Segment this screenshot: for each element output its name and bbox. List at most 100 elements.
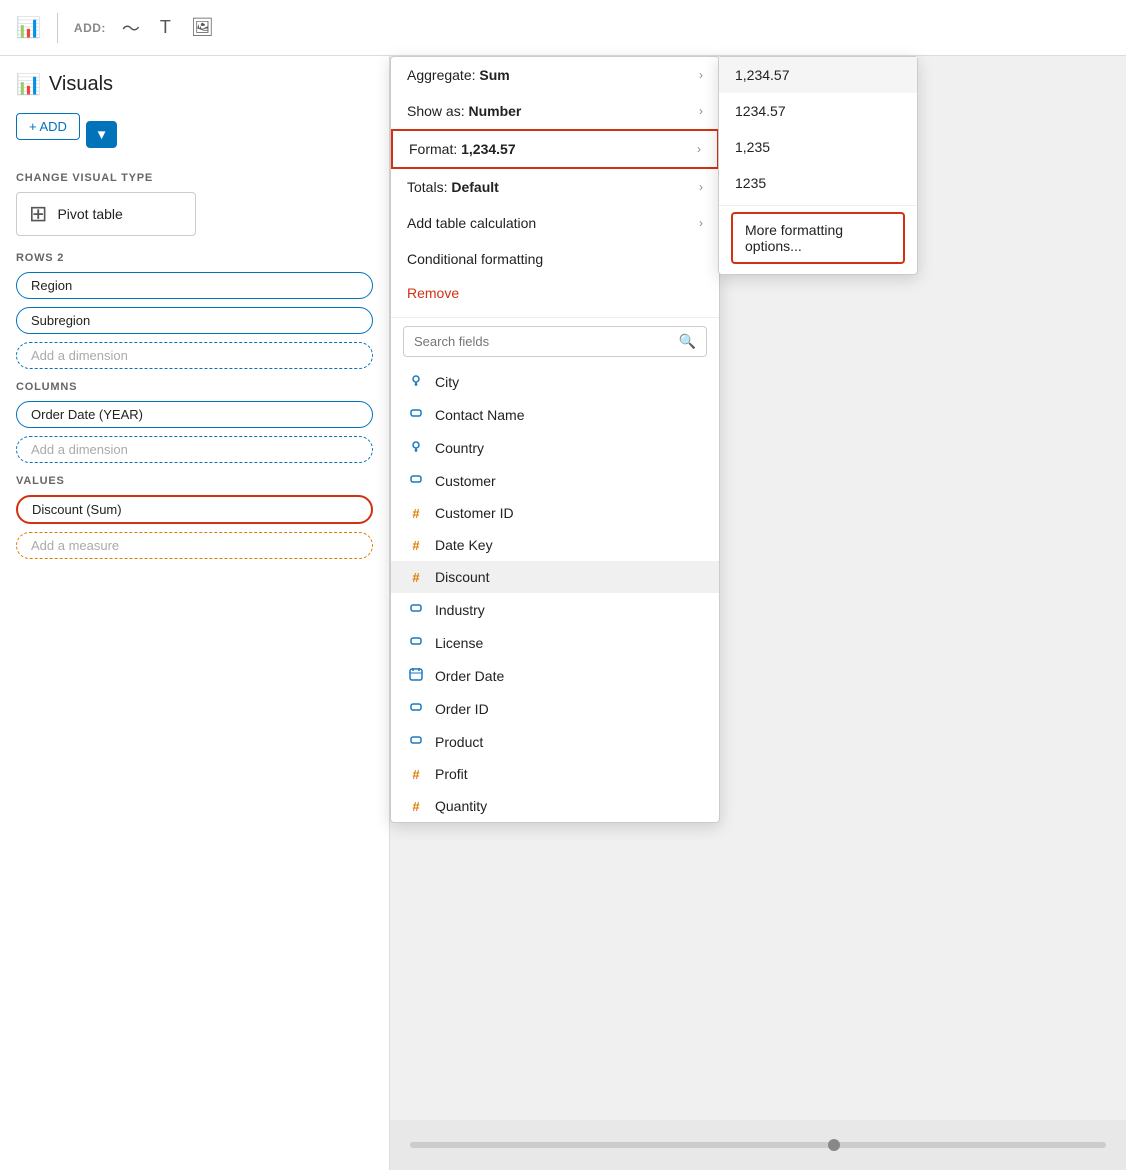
aggregate-chevron: › (699, 68, 703, 82)
add-dimension-columns[interactable]: Add a dimension (16, 436, 373, 463)
sidebar-title: Visuals (49, 73, 113, 96)
format-label: Format: 1,234.57 (409, 141, 697, 157)
field-type-icon (407, 601, 425, 618)
field-name: Product (435, 734, 483, 750)
format-divider (719, 205, 917, 206)
show-as-label: Show as: Number (407, 103, 699, 119)
field-type-icon: # (407, 798, 425, 814)
rows-label: ROWS 2 (16, 252, 373, 264)
field-type-icon (407, 472, 425, 489)
image-icon[interactable]: 🖼 (187, 13, 218, 42)
format-option-0[interactable]: 1,234.57 (719, 57, 917, 93)
order-date-pill[interactable]: Order Date (YEAR) (16, 401, 373, 428)
field-type-icon (407, 406, 425, 423)
field-item-license[interactable]: License (391, 626, 719, 659)
field-name: Profit (435, 766, 468, 782)
field-name: Customer ID (435, 505, 514, 521)
field-type-icon: # (407, 569, 425, 585)
field-name: Customer (435, 473, 496, 489)
remove-link[interactable]: Remove (391, 277, 719, 313)
more-formatting-button[interactable]: More formatting options... (731, 212, 905, 264)
search-icon: 🔍 (679, 333, 696, 350)
scrollbar-thumb[interactable] (828, 1139, 840, 1151)
aggregate-label: Aggregate: Sum (407, 67, 699, 83)
field-type-icon (407, 667, 425, 684)
format-option-2[interactable]: 1,235 (719, 129, 917, 165)
add-dropdown-button[interactable]: ▼ (86, 121, 117, 148)
totals-chevron: › (699, 180, 703, 194)
toolbar: 📊 ADD: 〜 T 🖼 (0, 0, 1126, 56)
conditional-formatting-label: Conditional formatting (407, 251, 703, 267)
search-input[interactable] (414, 334, 671, 349)
change-visual-label: CHANGE VISUAL TYPE (16, 172, 373, 184)
field-name: City (435, 374, 459, 390)
format-option-3[interactable]: 1235 (719, 165, 917, 201)
subregion-pill[interactable]: Subregion (16, 307, 373, 334)
format-chevron: › (697, 142, 701, 156)
show-as-menu-item[interactable]: Show as: Number › (391, 93, 719, 129)
field-list: CityContact NameCountryCustomer#Customer… (391, 365, 719, 822)
context-menu: Aggregate: Sum › Show as: Number › Forma… (390, 56, 720, 823)
add-table-calc-chevron: › (699, 216, 703, 230)
trend-icon[interactable]: 〜 (118, 11, 144, 45)
field-item-city[interactable]: City (391, 365, 719, 398)
menu-divider (391, 317, 719, 318)
add-label: ADD: (74, 21, 106, 35)
add-dimension-rows[interactable]: Add a dimension (16, 342, 373, 369)
sidebar-header: 📊 Visuals (16, 72, 373, 97)
field-item-customer-id[interactable]: #Customer ID (391, 497, 719, 529)
pivot-icon: ⊞ (29, 201, 47, 227)
field-item-country[interactable]: Country (391, 431, 719, 464)
field-type-icon (407, 733, 425, 750)
field-item-order-id[interactable]: Order ID (391, 692, 719, 725)
add-table-calc-label: Add table calculation (407, 215, 699, 231)
sidebar: 📊 Visuals + ADD ▼ CHANGE VISUAL TYPE ⊞ P… (0, 56, 390, 1170)
field-type-icon (407, 634, 425, 651)
add-button[interactable]: + ADD (16, 113, 80, 140)
add-table-calculation-item[interactable]: Add table calculation › (391, 205, 719, 241)
field-name: License (435, 635, 483, 651)
field-type-icon (407, 700, 425, 717)
field-item-industry[interactable]: Industry (391, 593, 719, 626)
visuals-icon: 📊 (16, 72, 41, 97)
format-menu-item[interactable]: Format: 1,234.57 › (391, 129, 719, 169)
field-type-icon: # (407, 766, 425, 782)
aggregate-menu-item[interactable]: Aggregate: Sum › (391, 57, 719, 93)
conditional-formatting-item[interactable]: Conditional formatting (391, 241, 719, 277)
field-item-customer[interactable]: Customer (391, 464, 719, 497)
field-item-profit[interactable]: # Profit (391, 758, 719, 790)
field-name: Order Date (435, 668, 504, 684)
field-item-quantity[interactable]: #Quantity (391, 790, 719, 822)
region-pill[interactable]: Region (16, 272, 373, 299)
field-name: Contact Name (435, 407, 524, 423)
field-name: Industry (435, 602, 485, 618)
add-measure[interactable]: Add a measure (16, 532, 373, 559)
pivot-label: Pivot table (57, 206, 122, 222)
format-submenu: 1,234.57 1234.57 1,235 1235 More formatt… (718, 56, 918, 275)
format-option-1[interactable]: 1234.57 (719, 93, 917, 129)
text-icon[interactable]: T (156, 13, 175, 42)
discount-sum-pill[interactable]: Discount (Sum) (16, 495, 373, 524)
columns-label: COLUMNS (16, 381, 373, 393)
field-type-icon (407, 373, 425, 390)
toolbar-divider (57, 13, 58, 43)
show-as-chevron: › (699, 104, 703, 118)
field-item-order-date[interactable]: Order Date (391, 659, 719, 692)
scrollbar-area[interactable] (390, 1120, 1126, 1170)
field-item-date-key[interactable]: #Date Key (391, 529, 719, 561)
field-item-discount[interactable]: # Discount (391, 561, 719, 593)
search-box[interactable]: 🔍 (403, 326, 707, 357)
field-item-product[interactable]: Product (391, 725, 719, 758)
field-type-icon (407, 439, 425, 456)
field-name: Discount (435, 569, 489, 585)
field-name: Country (435, 440, 484, 456)
field-item-contact-name[interactable]: Contact Name (391, 398, 719, 431)
totals-label: Totals: Default (407, 179, 699, 195)
pivot-table-button[interactable]: ⊞ Pivot table (16, 192, 196, 236)
field-type-icon: # (407, 537, 425, 553)
chart-icon[interactable]: 📊 (16, 15, 41, 40)
add-button-row: + ADD ▼ (16, 113, 373, 156)
values-label: VALUES (16, 475, 373, 487)
totals-menu-item[interactable]: Totals: Default › (391, 169, 719, 205)
scrollbar-track[interactable] (410, 1142, 1106, 1148)
